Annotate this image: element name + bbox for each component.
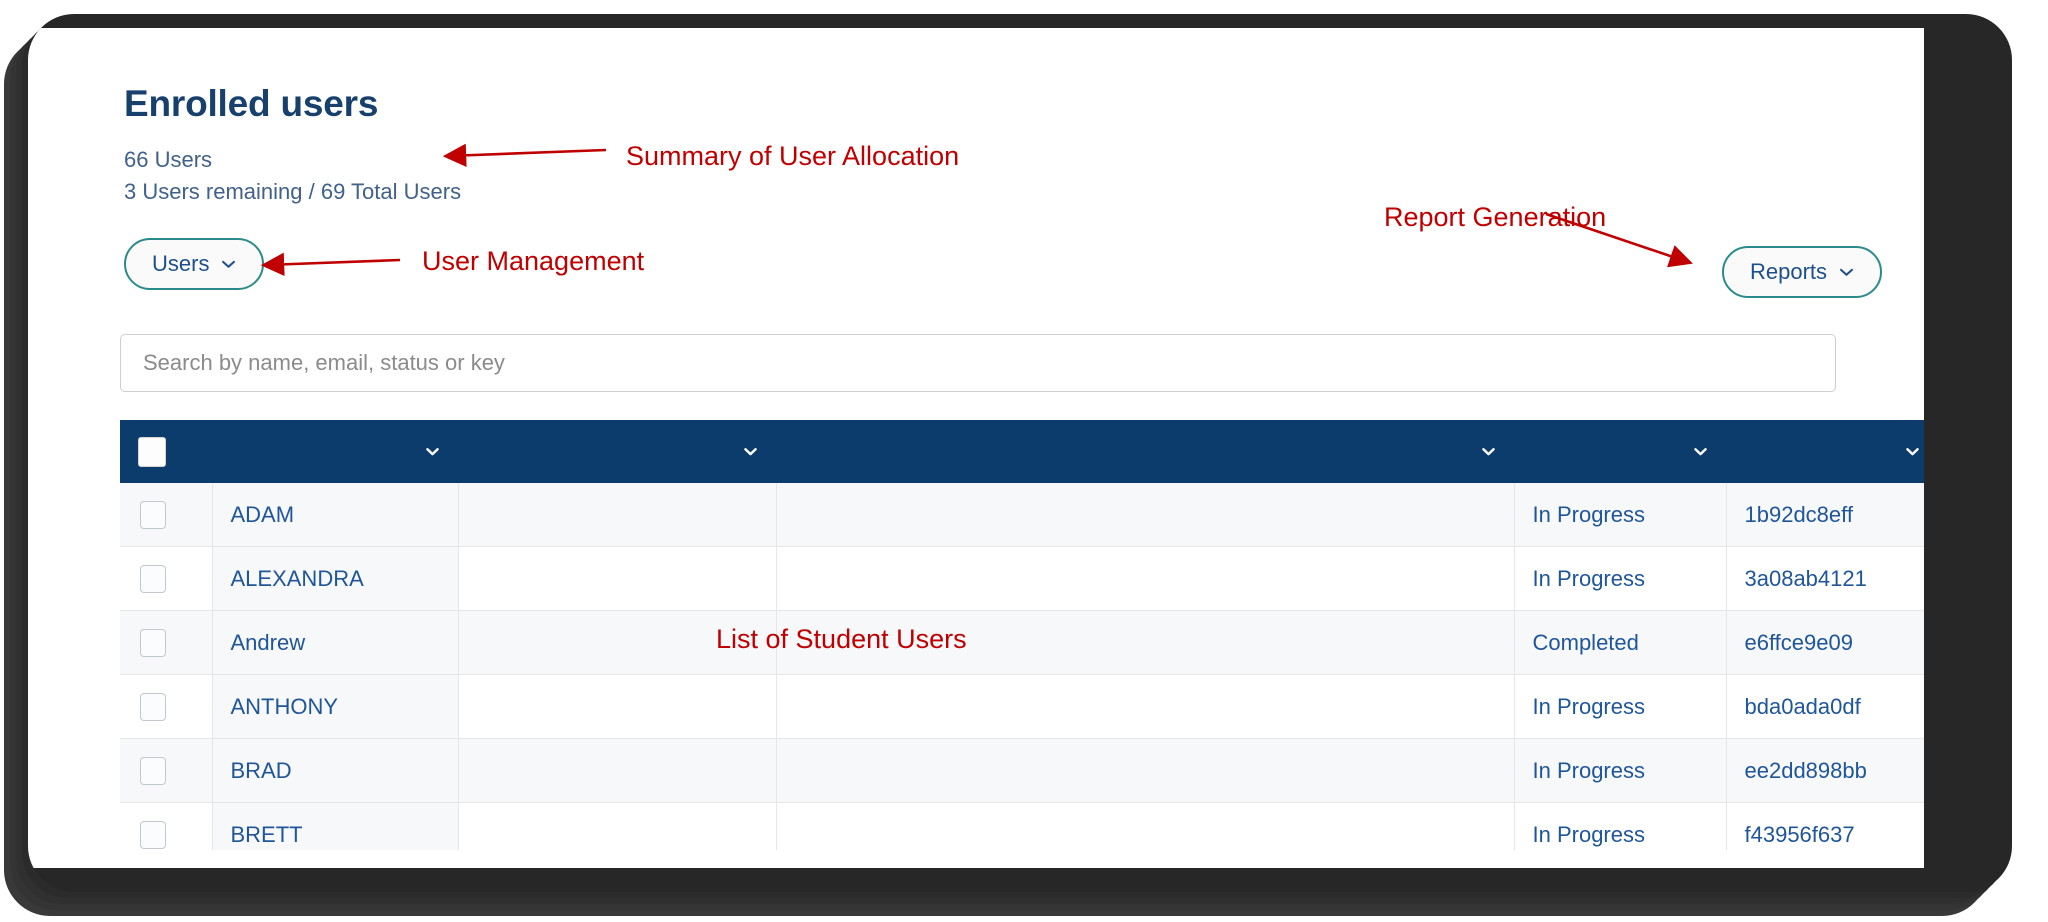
- page-title: Enrolled users: [124, 83, 379, 124]
- key-cell: bda0ada0df: [1726, 674, 1924, 739]
- key-cell: e6ffce9e09: [1726, 610, 1924, 675]
- user-name-cell: ANTHONY: [212, 674, 459, 739]
- column-4-cell: [776, 802, 1515, 850]
- summary-line-users: 66 Users: [124, 147, 213, 172]
- column-3-cell: [458, 674, 777, 739]
- user-name-cell: BRAD: [212, 738, 459, 803]
- column-3-cell: [458, 738, 777, 803]
- status-cell: In Progress: [1514, 546, 1727, 611]
- search-input[interactable]: [121, 335, 1835, 391]
- table-row[interactable]: ADAM In Progress 1b92dc8eff: [120, 483, 1924, 547]
- status-cell: In Progress: [1514, 738, 1727, 803]
- reports-button-label: Reports: [1750, 259, 1828, 284]
- column-4-cell: [776, 546, 1515, 611]
- key-cell: f43956f637: [1726, 802, 1924, 850]
- chevron-down-icon: [425, 444, 440, 459]
- arrow-summary: [442, 143, 607, 168]
- column-4-cell: [776, 674, 1515, 739]
- chevron-down-icon: [1481, 444, 1496, 459]
- key-cell: ee2dd898bb: [1726, 738, 1924, 803]
- users-table-container: ADAM In Progress 1b92dc8eff ALEXANDRA In Pro…: [120, 420, 1924, 850]
- status-cell: In Progress: [1514, 483, 1727, 547]
- users-table: ADAM In Progress 1b92dc8eff ALEXANDRA In Pro…: [120, 420, 1924, 850]
- user-name-cell: BRETT: [212, 802, 459, 850]
- row-select-cell[interactable]: [120, 483, 213, 547]
- summary-line-remaining: 3 Users remaining / 69 Total Users: [124, 179, 462, 204]
- table-row[interactable]: Andrew Completed e6ffce9e09: [120, 610, 1924, 675]
- user-allocation-summary: 66 Users 3 Users remaining / 69 Total Us…: [124, 144, 461, 208]
- row-select-cell[interactable]: [120, 738, 213, 803]
- row-select-cell[interactable]: [120, 674, 213, 739]
- row-checkbox[interactable]: [140, 692, 166, 721]
- table-header-name[interactable]: [212, 420, 458, 483]
- annotation-report-generation: Report Generation: [1384, 202, 1607, 232]
- arrow-user-management: [260, 252, 401, 277]
- key-cell: 3a08ab4121: [1726, 546, 1924, 611]
- status-cell: In Progress: [1514, 802, 1727, 850]
- chevron-down-icon: [1905, 444, 1920, 459]
- search-field-container[interactable]: [120, 334, 1836, 392]
- select-all-checkbox[interactable]: [138, 436, 166, 467]
- row-checkbox[interactable]: [140, 756, 166, 785]
- enrolled-users-page: Enrolled users 66 Users 3 Users remainin…: [28, 28, 1924, 868]
- chevron-down-icon: [743, 444, 758, 459]
- table-row[interactable]: BRAD In Progress ee2dd898bb: [120, 738, 1924, 803]
- chevron-down-icon: [221, 257, 236, 272]
- table-header-row: [120, 420, 1924, 483]
- table-row[interactable]: BRETT In Progress f43956f637: [120, 802, 1924, 850]
- key-cell: 1b92dc8eff: [1726, 483, 1924, 547]
- user-name-cell: ALEXANDRA: [212, 546, 459, 611]
- column-3-cell: [458, 483, 777, 547]
- screenshot-root: Enrolled users 66 Users 3 Users remainin…: [0, 0, 2048, 922]
- row-select-cell[interactable]: [120, 802, 213, 850]
- users-dropdown-button[interactable]: Users: [124, 238, 265, 290]
- chevron-down-icon: [1839, 265, 1854, 280]
- status-cell: Completed: [1514, 610, 1727, 675]
- chevron-down-icon: [1693, 444, 1708, 459]
- table-header-column-3[interactable]: [458, 420, 776, 483]
- column-4-cell: [776, 738, 1515, 803]
- row-select-cell[interactable]: [120, 546, 213, 611]
- row-checkbox[interactable]: [140, 500, 166, 529]
- table-row[interactable]: ANTHONY In Progress bda0ada0df: [120, 674, 1924, 739]
- reports-dropdown-button[interactable]: Reports: [1722, 246, 1883, 298]
- row-checkbox[interactable]: [140, 564, 166, 593]
- users-button-label: Users: [152, 251, 210, 276]
- annotation-summary: Summary of User Allocation: [626, 141, 960, 171]
- annotation-student-list: List of Student Users: [716, 624, 967, 654]
- column-4-cell: [776, 483, 1515, 547]
- device-frame-inner: Enrolled users 66 Users 3 Users remainin…: [28, 14, 2012, 892]
- table-header-column-4[interactable]: [776, 420, 1514, 483]
- column-3-cell: [458, 546, 777, 611]
- status-cell: In Progress: [1514, 674, 1727, 739]
- table-header-status[interactable]: [1514, 420, 1726, 483]
- table-header-select-all[interactable]: [120, 420, 212, 483]
- row-checkbox[interactable]: [140, 628, 166, 657]
- user-name-cell: ADAM: [212, 483, 459, 547]
- user-name-cell: Andrew: [212, 610, 459, 675]
- annotation-user-management: User Management: [422, 246, 645, 276]
- row-checkbox[interactable]: [140, 820, 166, 849]
- column-3-cell: [458, 802, 777, 850]
- row-select-cell[interactable]: [120, 610, 213, 675]
- table-row[interactable]: ALEXANDRA In Progress 3a08ab4121: [120, 546, 1924, 611]
- users-table-body: ADAM In Progress 1b92dc8eff ALEXANDRA In Pro…: [120, 483, 1924, 850]
- users-table-head: [120, 420, 1924, 483]
- table-header-key[interactable]: [1726, 420, 1924, 483]
